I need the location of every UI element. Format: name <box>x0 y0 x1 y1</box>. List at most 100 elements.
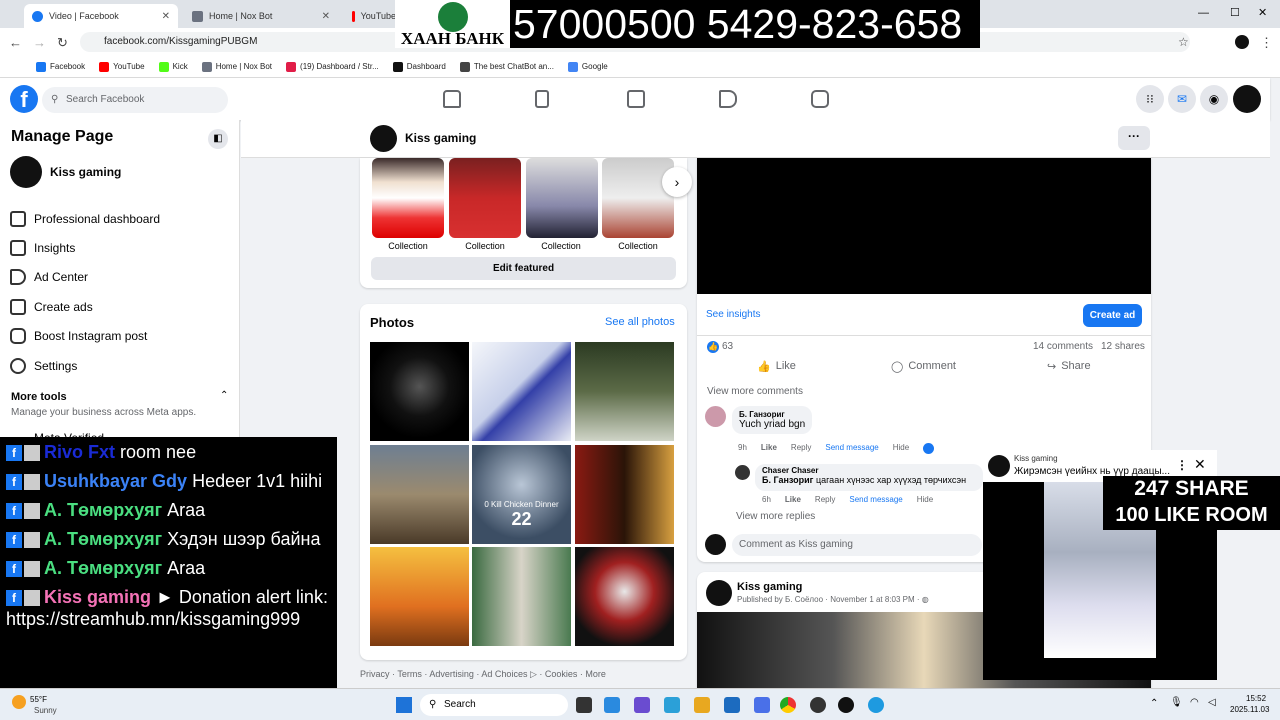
view-more-comments-link[interactable]: View more comments <box>707 386 803 397</box>
post-date[interactable]: November 1 at 8:03 PM <box>830 595 914 604</box>
sidebar-item-settings[interactable]: Settings <box>10 358 77 374</box>
collapse-sidebar-icon[interactable]: ◧ <box>208 129 228 149</box>
photo-thumb[interactable] <box>575 547 674 646</box>
chrome-icon[interactable] <box>780 697 796 713</box>
bookmark-item[interactable]: Dashboard <box>392 61 446 72</box>
reply-author[interactable]: Chaser Chaser <box>762 466 976 475</box>
comment-like-link[interactable]: Like <box>761 443 777 454</box>
reply-like-link[interactable]: Like <box>785 495 801 504</box>
create-ad-button[interactable]: Create ad <box>1083 304 1142 327</box>
video-channel[interactable]: Kiss gaming <box>1014 454 1058 463</box>
bookmark-star-icon[interactable]: ☆ <box>1178 35 1189 49</box>
chevron-up-icon[interactable]: ⌃ <box>220 390 228 401</box>
view-more-replies-link[interactable]: View more replies <box>736 511 815 522</box>
sidebar-item-boost-instagram[interactable]: Boost Instagram post <box>10 328 147 344</box>
commenter-avatar[interactable] <box>705 406 726 427</box>
close-icon[interactable]: ✕ <box>322 11 330 22</box>
wifi-icon[interactable]: ◠ <box>1190 697 1199 708</box>
home-icon[interactable] <box>443 90 461 108</box>
bookmark-item[interactable]: Kick <box>158 61 188 72</box>
volume-icon[interactable]: ◁ <box>1208 697 1216 708</box>
photo-thumb[interactable]: 0 Kill Chicken Dinner 22 <box>472 445 571 544</box>
sidebar-page-profile[interactable]: Kiss gaming <box>10 156 121 188</box>
windows-start-icon[interactable] <box>396 697 412 713</box>
footer-ad-choices-link[interactable]: Ad Choices <box>481 669 527 679</box>
bookmark-item[interactable]: Home | Nox Bot <box>201 61 272 72</box>
flag-icon[interactable] <box>535 90 549 108</box>
send-message-link[interactable]: Send message <box>849 495 902 504</box>
footer-privacy-link[interactable]: Privacy <box>360 669 390 679</box>
bookmark-item[interactable]: YouTube <box>99 61 145 72</box>
hide-link[interactable]: Hide <box>893 443 909 454</box>
like-button[interactable]: 👍 Like <box>757 360 796 373</box>
featured-thumb[interactable] <box>372 158 444 238</box>
comment-reply-link[interactable]: Reply <box>791 443 811 454</box>
featured-thumb[interactable] <box>449 158 521 238</box>
back-icon[interactable]: ← <box>9 35 22 50</box>
app-icon[interactable] <box>838 697 854 713</box>
photo-thumb[interactable] <box>575 445 674 544</box>
maximize-icon[interactable]: ☐ <box>1230 6 1240 19</box>
reload-icon[interactable]: ↻ <box>57 35 68 51</box>
sidebar-item-professional-dashboard[interactable]: Professional dashboard <box>10 211 160 227</box>
bookmark-item[interactable]: The best ChatBot an... <box>459 61 554 72</box>
post-author[interactable]: Kiss gaming <box>737 581 802 593</box>
tab-nox-bot[interactable]: Home | Nox Bot ✕ <box>184 4 338 28</box>
featured-thumb[interactable] <box>526 158 598 238</box>
comment-input[interactable]: Comment as Kiss gaming <box>732 534 982 556</box>
clock-date[interactable]: 2025.11.03 <box>1230 705 1269 714</box>
more-options-icon[interactable]: ⋮ <box>1176 458 1188 472</box>
taskbar-search[interactable]: ⚲ Search <box>420 694 568 716</box>
edge-icon[interactable] <box>604 697 620 713</box>
sidebar-item-insights[interactable]: Insights <box>10 240 75 256</box>
photo-thumb[interactable] <box>370 445 469 544</box>
bookmark-item[interactable]: (19) Dashboard / Str... <box>286 61 379 72</box>
bookmark-item[interactable]: Facebook <box>36 61 85 72</box>
video-icon[interactable] <box>811 90 829 108</box>
shares-count[interactable]: 12 shares <box>1101 341 1145 352</box>
close-window-icon[interactable]: ✕ <box>1258 6 1267 19</box>
search-input[interactable]: ⚲ Search Facebook <box>42 87 228 113</box>
chevron-right-icon[interactable]: › <box>662 167 692 197</box>
photo-thumb[interactable] <box>370 342 469 441</box>
photo-thumb[interactable] <box>370 547 469 646</box>
bookmark-item[interactable]: Google <box>567 61 608 72</box>
tray-chevron-icon[interactable]: ⌃ <box>1150 698 1158 709</box>
notifications-icon[interactable]: ◉ <box>1200 85 1228 113</box>
facebook-logo[interactable]: f <box>10 85 38 113</box>
outlook-icon[interactable] <box>754 697 770 713</box>
comments-count[interactable]: 14 comments <box>1033 341 1093 352</box>
send-message-link[interactable]: Send message <box>825 443 878 454</box>
featured-thumb[interactable] <box>602 158 674 238</box>
publisher-name[interactable]: Б. Соёлоо <box>785 595 823 604</box>
menu-icon[interactable]: ⋮ <box>1260 35 1273 51</box>
edit-featured-button[interactable]: Edit featured <box>371 257 676 280</box>
weather-icon[interactable] <box>12 695 26 709</box>
post-video[interactable] <box>697 158 1151 294</box>
comment-button[interactable]: ◯ Comment <box>891 360 956 373</box>
see-insights-link[interactable]: See insights <box>706 309 760 320</box>
hide-link[interactable]: Hide <box>917 495 933 504</box>
mic-icon[interactable]: 🎙 <box>1170 697 1183 708</box>
tab-video-facebook[interactable]: Video | Facebook ✕ <box>24 4 178 28</box>
teams-icon[interactable] <box>634 697 650 713</box>
see-all-photos-link[interactable]: See all photos <box>605 316 675 328</box>
sidebar-item-ad-center[interactable]: Ad Center <box>10 269 88 285</box>
reply-mention[interactable]: Б. Ганзориг <box>762 475 813 485</box>
profile-avatar[interactable] <box>1235 35 1249 49</box>
store-icon[interactable] <box>724 697 740 713</box>
minimize-icon[interactable]: — <box>1198 7 1209 19</box>
photo-thumb[interactable] <box>575 342 674 441</box>
task-view-icon[interactable] <box>576 697 592 713</box>
photo-thumb[interactable] <box>472 342 571 441</box>
obs-icon[interactable] <box>810 697 826 713</box>
comment-author[interactable]: Б. Ганзориг <box>739 410 805 419</box>
footer-cookies-link[interactable]: Cookies <box>545 669 578 679</box>
menu-grid-icon[interactable]: ⁝⁝ <box>1136 85 1164 113</box>
close-icon[interactable]: ✕ <box>162 11 170 22</box>
account-avatar[interactable] <box>1233 85 1261 113</box>
megaphone-icon[interactable] <box>719 90 737 108</box>
footer-terms-link[interactable]: Terms <box>397 669 422 679</box>
close-icon[interactable]: ✕ <box>1194 456 1206 473</box>
photo-thumb[interactable] <box>472 547 571 646</box>
